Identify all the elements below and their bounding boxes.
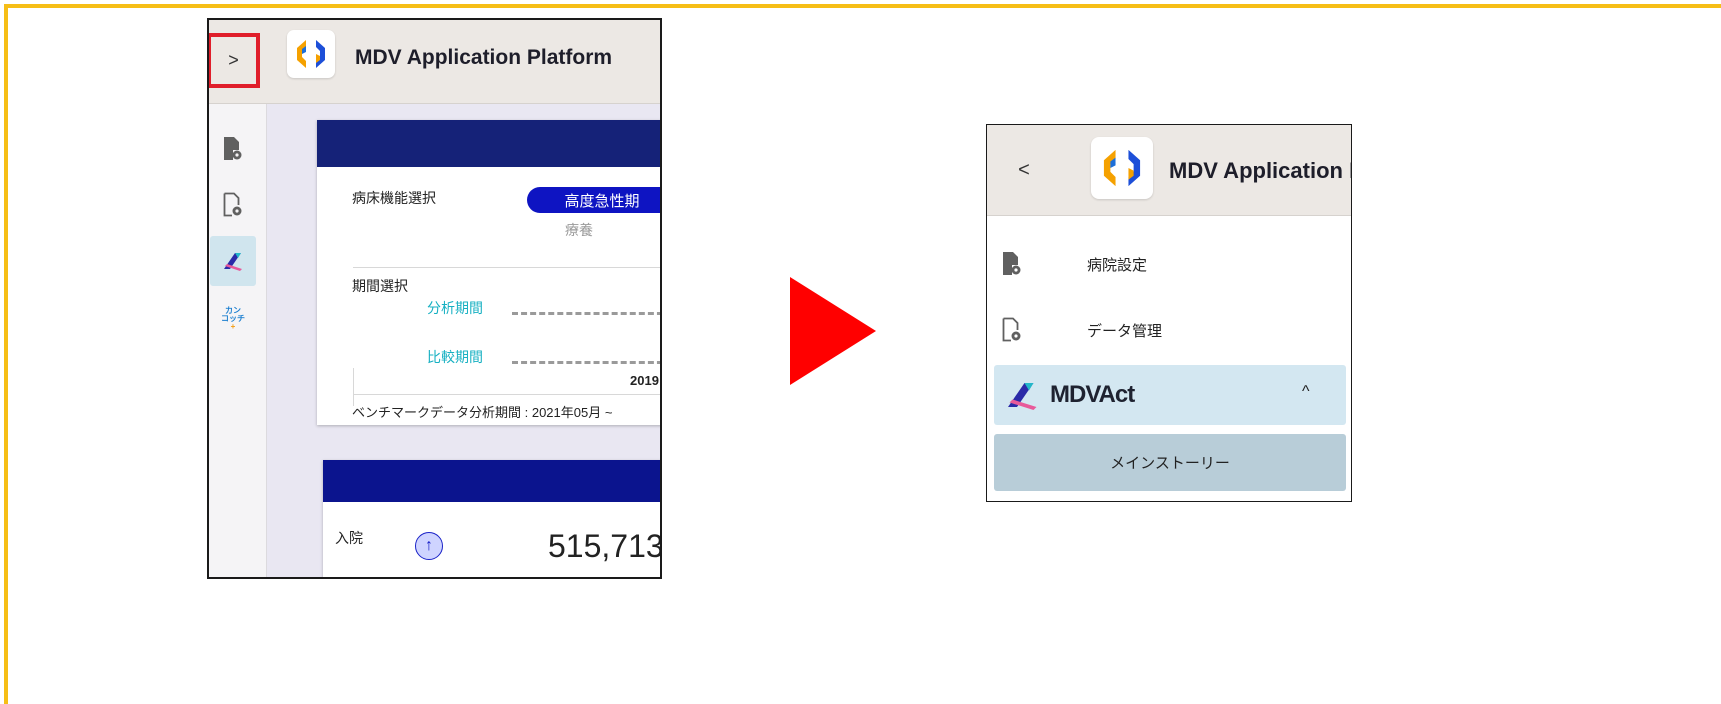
- app-header: > MDV Application Platform: [209, 20, 660, 104]
- rail-kanko-plus[interactable]: カン コッチ +: [210, 294, 256, 344]
- benchmark-period-text: ベンチマークデータ分析期間 : 2021年05月 ~: [352, 405, 613, 420]
- app-title: MDV Application Platform: [1169, 158, 1351, 183]
- admission-label: 入院: [335, 530, 363, 546]
- kanko-plus-icon: カン コッチ +: [221, 306, 245, 331]
- chevron-up-icon[interactable]: ^: [1302, 383, 1310, 401]
- hospital-settings-icon: [224, 137, 242, 160]
- expanded-sidebar-screenshot: < MDV Application Platform 病院設定 データ管理: [986, 124, 1352, 502]
- card-header-band: [323, 460, 660, 502]
- data-management-icon: [1002, 317, 1021, 342]
- bed-option-selected[interactable]: 高度急性期: [527, 187, 660, 213]
- mdvact-icon: [224, 253, 242, 271]
- arrow-up-icon: ↑: [415, 532, 443, 560]
- filter-card: 病床機能選択 高度急性期 療養 期間選択 分析期間 比較期間 2019 ベンチマ…: [317, 120, 660, 425]
- menu-item-data-management[interactable]: データ管理: [987, 303, 1351, 355]
- rail-data-management[interactable]: [210, 180, 256, 230]
- year-label: 2019: [630, 373, 659, 388]
- sidebar-expand-button[interactable]: >: [209, 33, 260, 88]
- mdvact-icon: [1008, 383, 1037, 410]
- app-header: < MDV Application Platform: [987, 125, 1351, 216]
- menu-section-mdvact[interactable]: MDVAct ^: [994, 365, 1346, 425]
- analysis-period-slider[interactable]: [512, 312, 660, 315]
- divider: [353, 267, 660, 268]
- comparison-period-slider[interactable]: [512, 361, 660, 364]
- bed-function-label: 病床機能選択: [352, 190, 436, 206]
- admission-card: 入院 ↑ 515,713: [323, 460, 662, 577]
- chevron-left-icon: <: [1018, 158, 1030, 181]
- transition-arrow-icon: [790, 277, 876, 385]
- period-label: 期間選択: [352, 278, 408, 294]
- rail-hospital-settings[interactable]: [210, 124, 256, 174]
- menu-item-label: 病院設定: [1087, 257, 1148, 274]
- analysis-period-label: 分析期間: [427, 300, 483, 316]
- sidebar-collapse-button[interactable]: <: [1009, 155, 1039, 185]
- menu-item-main-story[interactable]: メインストーリー: [994, 434, 1346, 491]
- collapsed-rail: カン コッチ +: [209, 104, 267, 577]
- app-logo: [287, 30, 335, 78]
- app-title: MDV Application Platform: [355, 46, 613, 69]
- collapsed-sidebar-screenshot: > MDV Application Platform カン コッチ + 病床機能…: [207, 18, 662, 579]
- bed-option-other[interactable]: 療養: [565, 220, 593, 240]
- rail-mdvact[interactable]: [210, 236, 256, 286]
- comparison-period-label: 比較期間: [427, 349, 483, 365]
- section-title: MDVAct: [1050, 381, 1135, 408]
- menu-item-label: データ管理: [1087, 323, 1163, 340]
- divider: [353, 394, 660, 395]
- hospital-settings-icon: [1003, 252, 1021, 275]
- chevron-right-icon: >: [228, 50, 239, 70]
- admission-value: 515,713: [548, 528, 662, 564]
- card-header-band: [317, 120, 660, 167]
- divider-vertical: [353, 368, 354, 406]
- menu-item-hospital-settings[interactable]: 病院設定: [987, 237, 1351, 289]
- app-logo: [1091, 137, 1153, 199]
- data-management-icon: [223, 192, 242, 217]
